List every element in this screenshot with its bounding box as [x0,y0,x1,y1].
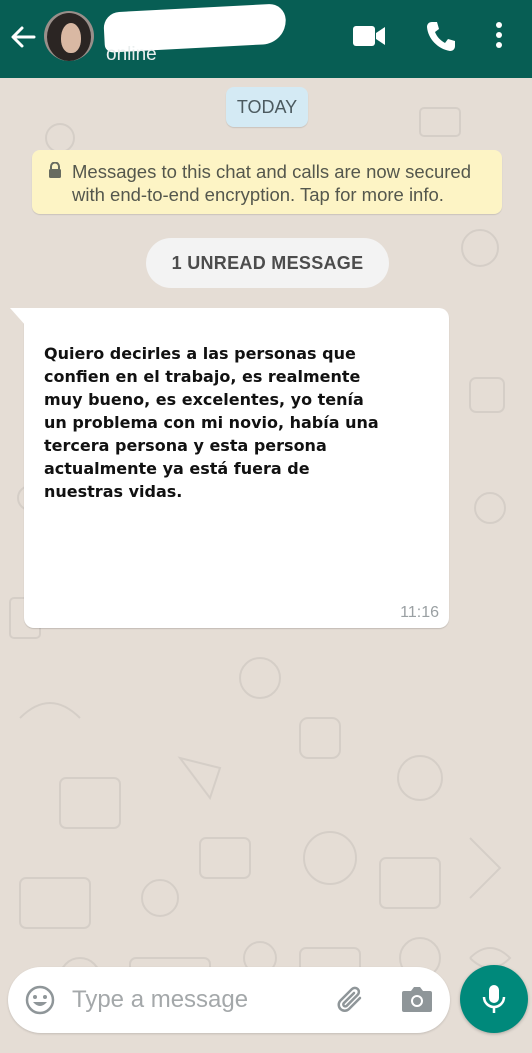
paperclip-icon[interactable] [334,984,368,1018]
camera-icon[interactable] [401,985,433,1013]
contact-status: online [106,44,157,65]
incoming-message-bubble[interactable]: Quiero decirles a las personas que confi… [10,308,449,628]
voice-record-button[interactable] [460,965,528,1033]
video-camera-icon[interactable] [352,24,386,48]
unread-messages-chip: 1 UNREAD MESSAGE [146,238,389,288]
microphone-icon [482,985,506,1013]
arrow-back-icon[interactable] [8,22,38,52]
phone-icon[interactable] [426,20,456,52]
message-text: Quiero decirles a las personas que confi… [44,344,379,501]
message-composer: Type a message [8,967,450,1033]
more-vert-icon[interactable] [494,20,504,50]
avatar[interactable] [44,11,94,61]
chat-header: online [0,0,532,78]
lock-icon [49,162,61,178]
emoji-icon[interactable] [24,984,56,1016]
message-time: 11:16 [400,604,439,621]
message-input[interactable]: Type a message [72,986,248,1014]
bubble-tail [10,308,26,326]
encryption-notice-text: Messages to this chat and calls are now … [72,161,471,205]
date-chip: TODAY [226,87,308,127]
encryption-notice[interactable]: Messages to this chat and calls are now … [32,150,502,214]
